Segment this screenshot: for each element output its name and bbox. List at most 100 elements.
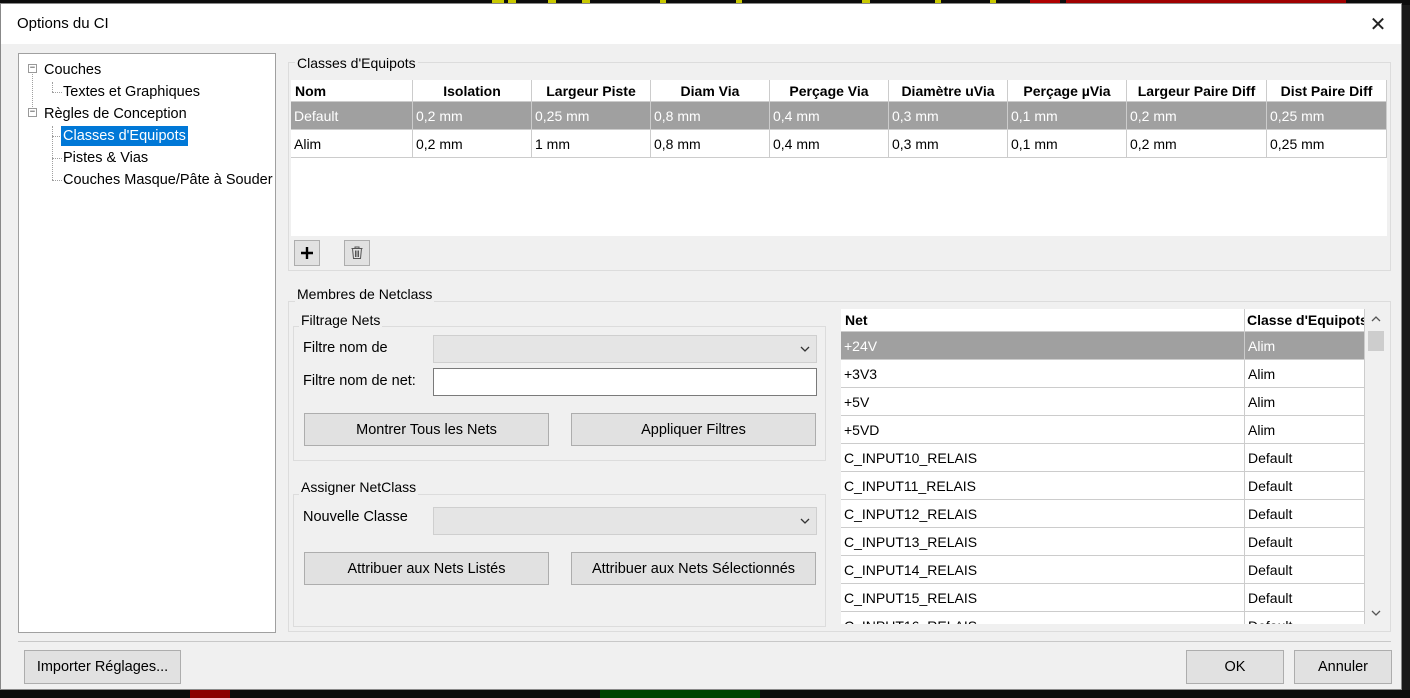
tree-connector (52, 180, 62, 181)
net-class-cell[interactable]: Default (1245, 500, 1365, 528)
tree-item-classes-equipots[interactable]: Classes d'Equipots (61, 126, 188, 146)
class-filter-label: Filtre nom de (303, 340, 388, 356)
delete-netclass-button[interactable] (344, 240, 370, 266)
netclass-cell[interactable]: 0,4 mm (770, 130, 889, 158)
column-header-dist-paire-diff[interactable]: Dist Paire Diff (1267, 80, 1387, 102)
tree-connector (52, 126, 53, 180)
net-name-cell[interactable]: +3V3 (841, 360, 1245, 388)
net-class-cell[interactable]: Default (1245, 556, 1365, 584)
tree-item-regles-conception[interactable]: Règles de Conception (44, 104, 187, 124)
tree-item-pistes-vias[interactable]: Pistes & Vias (63, 148, 148, 168)
column-header-diametre-uvia[interactable]: Diamètre uVia (889, 80, 1008, 102)
net-name-cell[interactable]: C_INPUT11_RELAIS (841, 472, 1245, 500)
netclass-cell[interactable]: Alim (291, 130, 413, 158)
net-name-cell[interactable]: C_INPUT15_RELAIS (841, 584, 1245, 612)
tree-connector (52, 92, 62, 93)
pcb-options-dialog: Options du CI ✕ − Couches Textes et Grap… (0, 3, 1402, 690)
netclass-cell[interactable]: 0,2 mm (413, 102, 532, 130)
net-class-cell[interactable]: Alim (1245, 416, 1365, 444)
footer-separator (18, 641, 1391, 642)
netclass-cell[interactable]: 0,2 mm (413, 130, 532, 158)
netclass-cell[interactable]: Default (291, 102, 413, 130)
netclass-cell[interactable]: 0,4 mm (770, 102, 889, 130)
net-name-cell[interactable]: +24V (841, 332, 1245, 360)
net-filter-title: Filtrage Nets (299, 312, 383, 328)
netclass-cell[interactable]: 0,25 mm (532, 102, 651, 130)
tree-connector (52, 82, 53, 92)
netclass-cell[interactable]: 0,8 mm (651, 102, 770, 130)
netclasses-grid[interactable]: Nom Isolation Largeur Piste Diam Via Per… (291, 80, 1387, 236)
chevron-down-icon (800, 518, 810, 524)
nets-grid[interactable]: Net Classe d'Equipots +24V Alim +3V3 Ali… (841, 309, 1365, 624)
net-name-cell[interactable]: C_INPUT12_RELAIS (841, 500, 1245, 528)
import-settings-button[interactable]: Importer Réglages... (24, 650, 181, 684)
new-class-combo[interactable] (433, 507, 817, 535)
net-class-cell[interactable]: Default (1245, 528, 1365, 556)
net-name-cell[interactable]: +5V (841, 388, 1245, 416)
net-name-cell[interactable]: +5VD (841, 416, 1245, 444)
net-class-cell[interactable]: Default (1245, 444, 1365, 472)
column-header-largeur-paire-diff[interactable]: Largeur Paire Diff (1127, 80, 1267, 102)
tree-item-couches-masque[interactable]: Couches Masque/Pâte à Souder (63, 170, 273, 190)
net-class-cell[interactable]: Alim (1245, 332, 1365, 360)
netclass-cell[interactable]: 0,2 mm (1127, 102, 1267, 130)
net-filter-label: Filtre nom de net: (303, 373, 416, 389)
close-button[interactable]: ✕ (1355, 4, 1401, 44)
new-class-label: Nouvelle Classe (303, 509, 408, 525)
assign-listed-nets-button[interactable]: Attribuer aux Nets Listés (304, 552, 549, 585)
assign-selected-nets-button[interactable]: Attribuer aux Nets Sélectionnés (571, 552, 816, 585)
ok-button[interactable]: OK (1186, 650, 1284, 684)
column-header-largeur-piste[interactable]: Largeur Piste (532, 80, 651, 102)
chevron-up-icon[interactable] (1370, 313, 1382, 325)
netclass-cell[interactable]: 0,25 mm (1267, 130, 1387, 158)
scrollbar-thumb[interactable] (1368, 331, 1384, 351)
tree-item-textes-graphiques[interactable]: Textes et Graphiques (63, 82, 200, 102)
plus-icon (301, 247, 313, 259)
column-header-percage-via[interactable]: Perçage Via (770, 80, 889, 102)
netclasses-group-title: Classes d'Equipots (295, 55, 418, 71)
net-name-cell[interactable]: C_INPUT13_RELAIS (841, 528, 1245, 556)
netclass-cell[interactable]: 0,3 mm (889, 102, 1008, 130)
net-class-cell[interactable]: Default (1245, 584, 1365, 612)
column-header-net[interactable]: Net (841, 309, 1245, 332)
cancel-button[interactable]: Annuler (1294, 650, 1392, 684)
netclass-cell[interactable]: 0,8 mm (651, 130, 770, 158)
class-filter-combo[interactable] (433, 335, 817, 363)
net-name-cell[interactable]: C_INPUT16_RELAIS (841, 612, 1245, 624)
net-name-cell[interactable]: C_INPUT14_RELAIS (841, 556, 1245, 584)
netclass-cell[interactable]: 0,25 mm (1267, 102, 1387, 130)
column-header-nom[interactable]: Nom (291, 80, 413, 102)
column-header-percage-uvia[interactable]: Perçage µVia (1008, 80, 1127, 102)
add-netclass-button[interactable] (294, 240, 320, 266)
net-class-cell[interactable]: Default (1245, 612, 1365, 624)
tree-item-couches[interactable]: Couches (44, 60, 101, 80)
net-class-cell[interactable]: Alim (1245, 388, 1365, 416)
nets-scrollbar[interactable] (1366, 309, 1386, 624)
apply-filters-button[interactable]: Appliquer Filtres (571, 413, 816, 446)
netclass-cell[interactable]: 0,1 mm (1008, 130, 1127, 158)
settings-tree: − Couches Textes et Graphiques − Règles … (18, 53, 276, 633)
netclass-cell[interactable]: 1 mm (532, 130, 651, 158)
column-header-classe[interactable]: Classe d'Equipots (1245, 309, 1365, 332)
net-filter-input[interactable] (433, 368, 817, 396)
net-class-cell[interactable]: Default (1245, 472, 1365, 500)
show-all-nets-button[interactable]: Montrer Tous les Nets (304, 413, 549, 446)
collapse-icon[interactable]: − (28, 64, 37, 73)
pcb-background-bottom (0, 690, 1410, 698)
netclass-cell[interactable]: 0,2 mm (1127, 130, 1267, 158)
chevron-down-icon[interactable] (1370, 607, 1382, 619)
window-title: Options du CI (17, 15, 109, 32)
title-bar: Options du CI ✕ (1, 4, 1401, 44)
netclass-members-title: Membres de Netclass (295, 286, 435, 302)
netclass-cell[interactable]: 0,1 mm (1008, 102, 1127, 130)
net-name-cell[interactable]: C_INPUT10_RELAIS (841, 444, 1245, 472)
column-header-isolation[interactable]: Isolation (413, 80, 532, 102)
collapse-icon[interactable]: − (28, 108, 37, 117)
chevron-down-icon (800, 346, 810, 352)
column-header-diam-via[interactable]: Diam Via (651, 80, 770, 102)
assign-netclass-title: Assigner NetClass (299, 479, 419, 495)
tree-connector (52, 158, 62, 159)
net-class-cell[interactable]: Alim (1245, 360, 1365, 388)
netclass-cell[interactable]: 0,3 mm (889, 130, 1008, 158)
trash-icon (351, 246, 363, 259)
